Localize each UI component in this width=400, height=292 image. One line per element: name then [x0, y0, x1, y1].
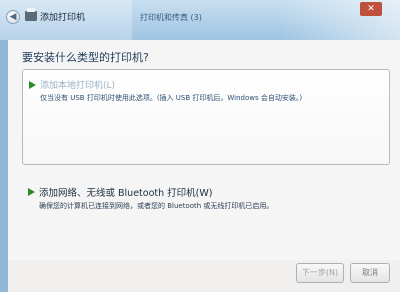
back-arrow-icon: ◀: [9, 12, 17, 22]
background-glass-highlight: [280, 0, 400, 40]
close-icon[interactable]: ✕: [360, 2, 382, 16]
dialog-header: ◀ 添加打印机: [0, 0, 132, 40]
background-window-title: 打印机和传真 (3): [140, 13, 202, 22]
add-local-printer-option[interactable]: 添加本地打印机(L) 仅当没有 USB 打印机时使用此选项。(插入 USB 打印…: [22, 69, 390, 165]
option-title-local: 添加本地打印机(L): [40, 81, 116, 91]
green-arrow-icon: [29, 81, 36, 89]
dialog-body: 要安装什么类型的打印机? 添加本地打印机(L) 仅当没有 USB 打印机时使用此…: [8, 40, 400, 260]
next-button[interactable]: 下一步(N): [296, 263, 344, 283]
green-arrow-icon: [28, 188, 35, 196]
add-network-printer-option[interactable]: 添加网络、无线或 Bluetooth 打印机(W) 确保您的计算机已连接到网络，…: [22, 180, 390, 230]
dialog-title: 添加打印机: [40, 13, 86, 23]
page-question: 要安装什么类型的打印机?: [22, 51, 149, 64]
option-title-network: 添加网络、无线或 Bluetooth 打印机(W): [39, 188, 213, 199]
dialog-content: 要安装什么类型的打印机? 添加本地打印机(L) 仅当没有 USB 打印机时使用此…: [8, 40, 400, 292]
option-description-network: 确保您的计算机已连接到网络，或者您的 Bluetooth 或无线打印机已启用。: [39, 202, 274, 210]
option-description-local: 仅当没有 USB 打印机时使用此选项。(插入 USB 打印机后，Windows …: [40, 94, 303, 102]
cancel-button[interactable]: 取消: [350, 263, 390, 283]
back-button[interactable]: ◀: [6, 10, 20, 24]
printer-icon: [25, 8, 37, 21]
